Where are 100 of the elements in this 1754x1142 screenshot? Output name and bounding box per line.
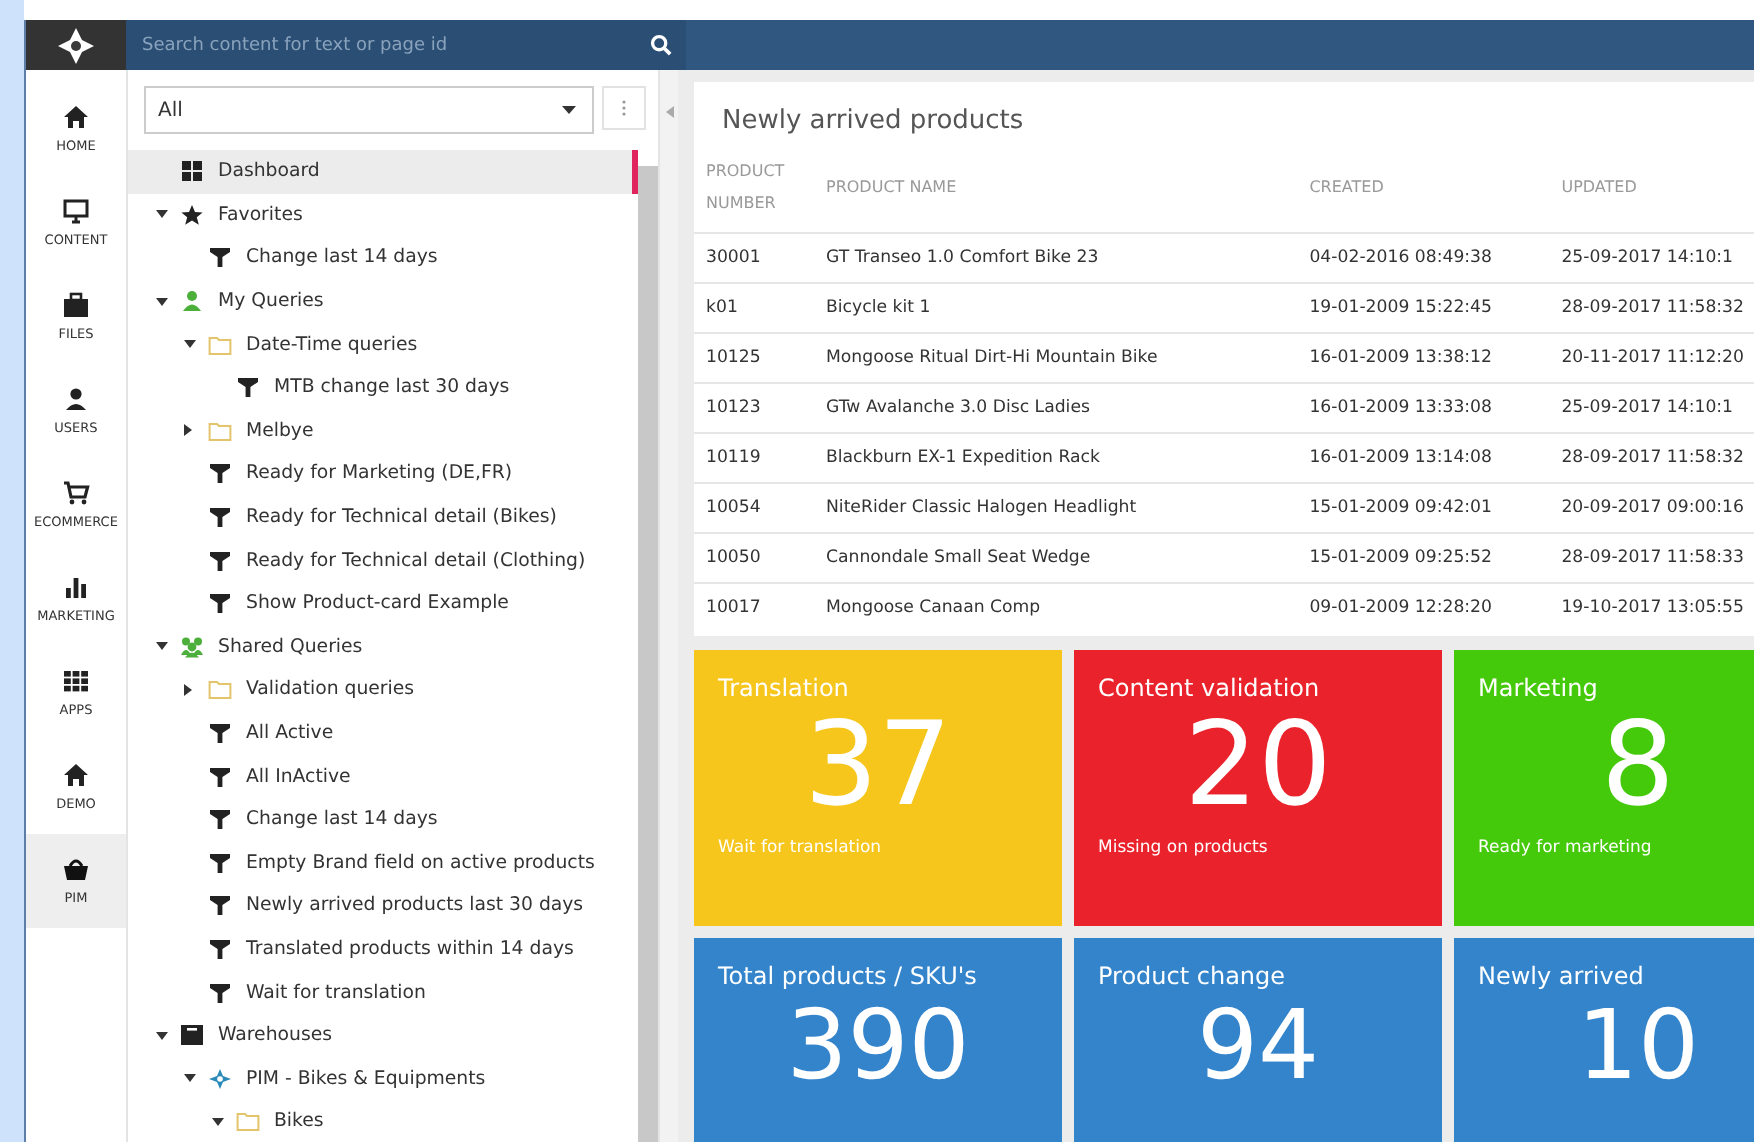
tree-item[interactable]: Newly arrived products last 30 days [128,884,638,928]
compass-icon [208,1067,232,1090]
tile-title: Product change [1098,962,1288,990]
tree-item[interactable]: All Active [128,711,638,755]
tile-value: 20 [1184,702,1334,826]
search-icon[interactable] [650,34,672,56]
table-cell: 04-02-2016 08:49:38 [1297,233,1550,283]
filter-icon [208,246,232,269]
archive-icon [180,1024,204,1047]
home-icon [62,104,90,130]
tree-item[interactable]: Dashboard [128,150,638,194]
tile-caption: Missing on products [1098,838,1270,858]
tree-item[interactable]: Ready for Technical detail (Bikes) [128,495,638,539]
table-cell: 10017 [694,583,814,632]
stat-tile[interactable]: Product change 94 [1074,938,1442,1142]
tree-item[interactable]: My Queries [128,279,638,323]
tree-item[interactable]: All InActive [128,754,638,798]
tree-item[interactable]: Date-Time queries [128,322,638,366]
filter-icon [208,765,232,788]
caret-down-icon [212,1117,224,1126]
tree-item[interactable]: Translated products within 14 days [128,927,638,971]
monitor-icon [62,198,90,224]
tree-item[interactable]: Warehouses [128,1013,638,1057]
tree-item[interactable]: Change last 14 days [128,236,638,280]
tree-item[interactable]: Ready for Technical detail (Clothing) [128,538,638,582]
table-cell: 30001 [694,233,814,283]
collapse-handle[interactable] [658,70,678,1142]
table-cell: 20-11-2017 11:12:20 [1549,333,1754,383]
tree-item[interactable]: Change last 14 days [128,797,638,841]
table-cell: NiteRider Classic Halogen Headlight [814,483,1298,533]
table-cell: 10119 [694,433,814,483]
tree-item[interactable]: PIM - Bikes & Equipments [128,1056,638,1101]
table-cell: 28-09-2017 11:58:32 [1549,433,1754,483]
table-cell: Blackburn EX-1 Expedition Rack [814,433,1298,483]
caret-right-icon [184,424,192,437]
tree-item[interactable]: Shared Queries [128,625,638,669]
tile-title: Content validation [1098,674,1322,702]
table-cell: 09-01-2009 12:28:20 [1297,583,1550,632]
user-icon [62,386,90,412]
tile-title: Translation [718,674,851,702]
tree-item[interactable]: Ready for Marketing (DE,FR) [128,452,638,496]
table-cell: 15-01-2009 09:25:52 [1297,533,1550,583]
table-cell: 10054 [694,483,814,533]
table-cell: Mongoose Ritual Dirt-Hi Mountain Bike [814,333,1298,383]
folder-icon [208,419,232,442]
tree-item[interactable]: Wait for translation [128,970,638,1014]
stat-tile[interactable]: Total products / SKU's 390 [694,938,1062,1142]
tile-title: Marketing [1478,674,1600,702]
tree-item[interactable]: Empty Brand field on active products [128,841,638,885]
grid-icon [62,668,90,694]
logo-icon [56,25,96,65]
filter-icon [208,592,232,615]
caret-down-icon [184,1074,196,1083]
group-icon [180,635,204,658]
tree-item[interactable]: Validation queries [128,668,638,712]
tree-item[interactable]: Show Product-card Example [128,581,638,626]
folder-icon [208,333,232,356]
star-icon [180,203,204,226]
caret-down-icon [156,210,168,219]
tree-item[interactable]: Bikes [128,1100,638,1142]
table-cell: 19-10-2017 13:05:55 [1549,583,1754,632]
folder-icon [208,678,232,701]
table-cell: 16-01-2009 13:33:08 [1297,383,1550,433]
stat-tile[interactable]: Newly arrived 10 [1454,938,1754,1142]
filter-icon [208,462,232,485]
more-button[interactable] [602,86,646,130]
filter-icon [208,506,232,529]
bar-chart-icon [62,574,90,600]
tile-value: 94 [1194,990,1322,1102]
caret-left-icon [665,106,673,118]
dashboard-icon [180,160,204,183]
folder-icon [236,1110,260,1133]
tile-value: 10 [1574,990,1702,1102]
caret-down-icon [156,642,168,651]
table-cell: 20-09-2017 09:00:16 [1549,483,1754,533]
tree-item[interactable]: Melbye [128,409,638,453]
caret-down-icon [156,1031,168,1040]
table-cell: 25-09-2017 14:10:1 [1549,233,1754,283]
column-header: CREATED [1297,156,1550,233]
table-cell: 28-09-2017 11:58:32 [1549,283,1754,333]
user-icon [180,290,204,313]
tile-title: Total products / SKU's [718,962,979,990]
tree-item[interactable]: MTB change last 30 days [128,365,638,410]
table-cell: 16-01-2009 13:38:12 [1297,333,1550,383]
column-header: UPDATED [1549,156,1754,233]
stat-tile[interactable]: Content validation 20 Missing on products [1074,650,1442,926]
filter-dropdown[interactable]: All [144,86,594,134]
search-field[interactable]: Search content for text or page id [126,20,686,70]
table-cell: k01 [694,283,814,333]
briefcase-icon [62,292,90,318]
tile-value: 8 [1599,702,1677,826]
tile-caption: Wait for translation [718,838,884,858]
tree-item[interactable]: Favorites [128,193,638,237]
table-cell: 10125 [694,333,814,383]
filter-icon [236,376,260,399]
scrollbar[interactable] [638,166,658,1142]
filter-icon [208,937,232,960]
caret-down-icon [156,297,168,306]
home-icon [62,762,90,788]
table-cell: 15-01-2009 09:42:01 [1297,483,1550,533]
